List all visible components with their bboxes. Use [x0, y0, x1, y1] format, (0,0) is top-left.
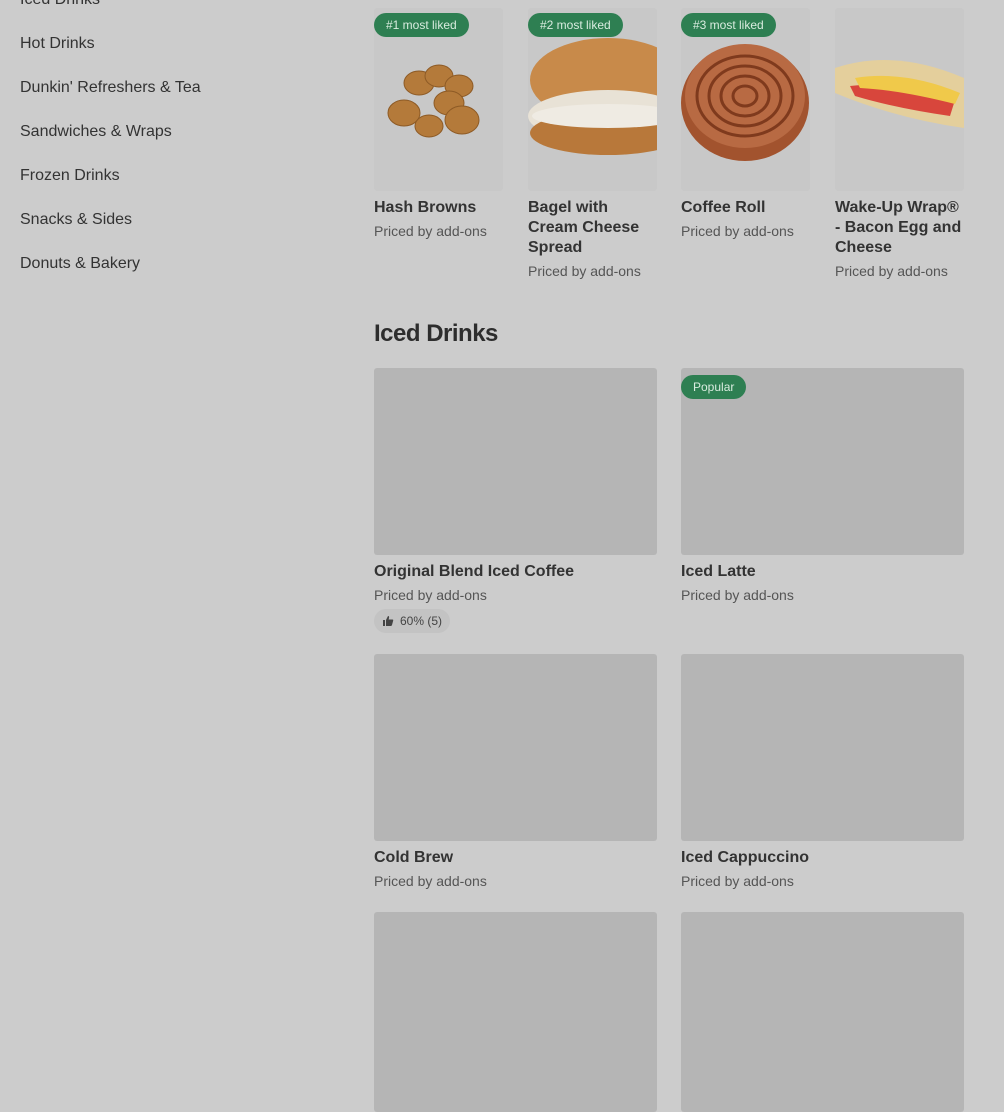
item-price: Priced by add-ons — [681, 223, 794, 239]
item-image — [374, 912, 657, 1112]
item-price: Priced by add-ons — [374, 873, 487, 889]
item-name: Wake-Up Wrap® - Bacon Egg and Cheese — [835, 199, 962, 256]
item-name: Hash Browns — [374, 199, 477, 216]
sidebar-item-iced-drinks[interactable]: Iced Drinks — [20, 0, 340, 33]
wrap-image — [835, 8, 964, 191]
item-name: Coffee Roll — [681, 199, 766, 216]
section-title-iced-drinks: Iced Drinks — [374, 320, 498, 347]
menu-item-card[interactable]: Wake-Up Wrap® - Bacon Egg and Cheese Pri… — [835, 8, 964, 281]
thumbs-up-icon — [382, 615, 394, 627]
item-image — [374, 368, 657, 555]
rating-text: 60% (5) — [400, 614, 443, 628]
bagel-image: #2 most liked — [528, 8, 657, 191]
menu-item-card[interactable]: #1 most liked Hash Browns Priced by add-… — [374, 8, 503, 241]
item-image: Popular — [681, 368, 964, 555]
item-name: Original Blend Iced Coffee — [374, 563, 575, 580]
menu-item-card[interactable]: Popular Iced Latte Priced by add-ons — [681, 368, 964, 605]
most-liked-badge: #2 most liked — [528, 13, 623, 37]
item-name: Iced Cappuccino — [681, 849, 810, 866]
menu-item-card[interactable]: #3 most liked Coffee Roll Priced by add-… — [681, 8, 810, 241]
menu-item-card[interactable]: Original Blend Iced Coffee Priced by add… — [374, 368, 657, 633]
rating-badge: 60% (5) — [374, 609, 451, 633]
menu-item-card[interactable]: #2 most liked Bagel with Cream Cheese Sp… — [528, 8, 657, 281]
item-price: Priced by add-ons — [374, 223, 487, 239]
sidebar-item-donuts-bakery[interactable]: Donuts & Bakery — [20, 253, 340, 297]
item-image — [681, 654, 964, 841]
sidebar-item-frozen-drinks[interactable]: Frozen Drinks — [20, 165, 340, 209]
most-liked-badge: #3 most liked — [681, 13, 776, 37]
item-name: Bagel with Cream Cheese Spread — [528, 199, 640, 256]
most-liked-badge: #1 most liked — [374, 13, 469, 37]
item-price: Priced by add-ons — [528, 263, 641, 279]
sidebar-item-hot-drinks[interactable]: Hot Drinks — [20, 33, 340, 77]
item-price: Priced by add-ons — [374, 587, 487, 603]
menu-item-card[interactable] — [374, 912, 657, 1112]
sidebar-item-snacks-sides[interactable]: Snacks & Sides — [20, 209, 340, 253]
menu-item-card[interactable]: Iced Cappuccino Priced by add-ons — [681, 654, 964, 891]
item-price: Priced by add-ons — [681, 587, 794, 603]
item-name: Cold Brew — [374, 849, 454, 866]
hash-browns-image: #1 most liked — [374, 8, 503, 191]
item-image — [374, 654, 657, 841]
category-sidebar: Iced Drinks Hot Drinks Dunkin' Refresher… — [20, 0, 340, 297]
sidebar-item-refreshers-tea[interactable]: Dunkin' Refreshers & Tea — [20, 77, 340, 121]
item-price: Priced by add-ons — [681, 873, 794, 889]
most-liked-carousel: #1 most liked Hash Browns Priced by add-… — [374, 8, 964, 288]
item-price: Priced by add-ons — [835, 263, 948, 279]
item-name: Iced Latte — [681, 563, 756, 580]
coffee-roll-image: #3 most liked — [681, 8, 810, 191]
popular-badge: Popular — [681, 375, 747, 399]
item-image — [681, 912, 964, 1112]
menu-item-card[interactable]: Cold Brew Priced by add-ons — [374, 654, 657, 891]
menu-item-card[interactable] — [681, 912, 964, 1112]
sidebar-item-sandwiches-wraps[interactable]: Sandwiches & Wraps — [20, 121, 340, 165]
